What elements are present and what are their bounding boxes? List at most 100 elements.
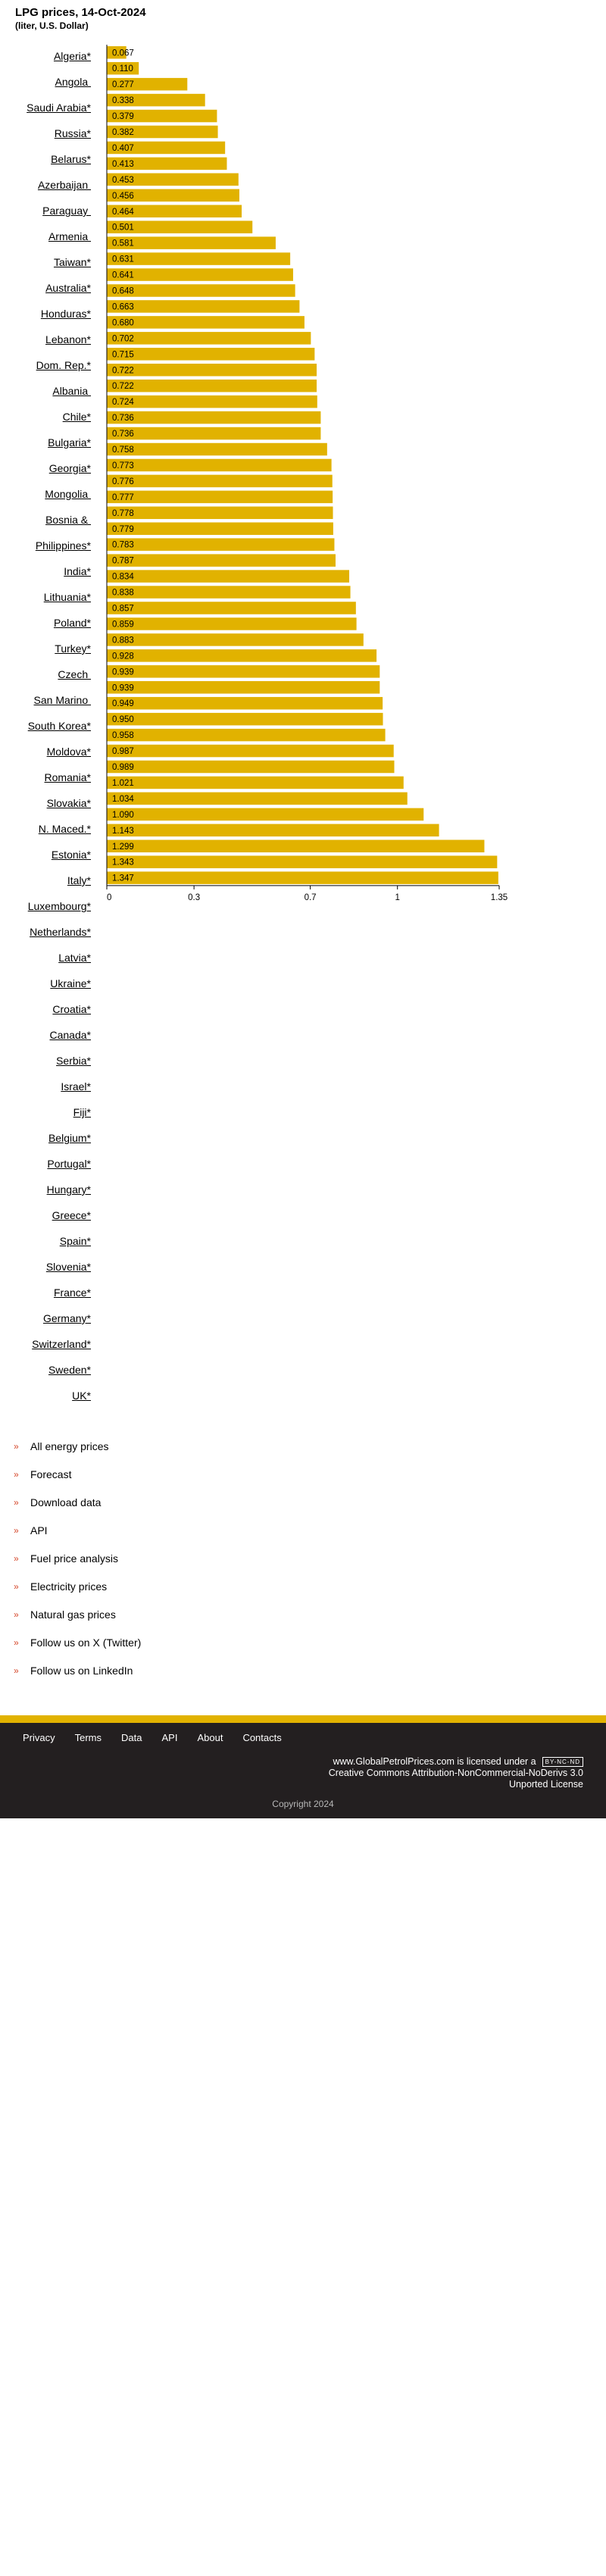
bar (107, 490, 333, 504)
chevron-right-icon: » (14, 1468, 19, 1480)
bar-value-label: 0.722 (112, 366, 134, 375)
license-line-1[interactable]: www.GlobalPetrolPrices.com is licensed u… (333, 1756, 536, 1767)
bar (107, 665, 380, 678)
related-link[interactable]: » Fuel price analysis (14, 1544, 141, 1572)
bar-value-label: 0.663 (112, 302, 134, 311)
bar-value-label: 0.928 (112, 652, 134, 661)
cc-license-badge[interactable]: BY-NC-ND (542, 1757, 583, 1768)
bar (107, 506, 333, 520)
bar-value-label: 0.787 (112, 557, 134, 566)
bar-value-label: 0.501 (112, 224, 134, 233)
chevron-right-icon: » (14, 1637, 19, 1648)
bar-value-label: 0.407 (112, 144, 134, 153)
related-link[interactable]: » API (14, 1516, 141, 1544)
bar (107, 728, 386, 742)
bar-value-label: 0.736 (112, 414, 134, 423)
bar (107, 379, 317, 392)
bar-value-label: 0.453 (112, 176, 134, 185)
bar-value-label: 0.680 (112, 318, 134, 327)
bar (107, 586, 351, 599)
bar (107, 252, 291, 265)
bar (107, 332, 311, 345)
bar (107, 348, 315, 361)
related-link[interactable]: » Electricity prices (14, 1572, 141, 1600)
x-tick-label: 1 (395, 893, 400, 902)
license-line-2[interactable]: Creative Commons Attribution-NonCommerci… (329, 1768, 583, 1778)
bar (107, 696, 383, 710)
related-link[interactable]: » Follow us on LinkedIn (14, 1656, 141, 1684)
bar-value-label: 0.777 (112, 493, 134, 502)
bar-value-label: 0.277 (112, 80, 134, 89)
footer-nav-link[interactable]: API (161, 1732, 177, 1743)
bar-value-label: 1.143 (112, 827, 134, 836)
bar-value-label: 1.299 (112, 843, 134, 852)
lpg-price-bar-chart: 0.067 0.110 0.277 0.338 0.379 0.382 0.407 0.413… (106, 45, 508, 902)
bar-value-label: 0.779 (112, 525, 134, 534)
related-link[interactable]: » Natural gas prices (14, 1600, 141, 1628)
bar-value-label: 0.838 (112, 589, 134, 598)
footer: Privacy Terms Data API About Contacts www.Glo… (0, 1723, 606, 1818)
country-link[interactable]: Germany* (43, 1312, 91, 1324)
country-link[interactable]: Hungary* (47, 1183, 91, 1196)
bar-value-label: 0.939 (112, 667, 134, 677)
x-tick-label: 0.7 (305, 893, 317, 902)
related-link-label: All energy prices (30, 1440, 109, 1452)
footer-nav-link[interactable]: Data (121, 1732, 142, 1743)
bar (107, 633, 364, 646)
country-link[interactable]: Spain* (60, 1235, 91, 1247)
bar (107, 744, 394, 758)
related-link[interactable]: » Download data (14, 1488, 141, 1516)
bar (107, 855, 498, 868)
x-tick-label: 0.3 (188, 893, 200, 902)
license-line-3[interactable]: Unported License (509, 1779, 583, 1790)
country-link[interactable]: Sweden* (48, 1364, 91, 1376)
country-link[interactable]: Latvia* (58, 952, 91, 964)
related-link[interactable]: » Follow us on X (Twitter) (14, 1628, 141, 1656)
bar-value-label: 0.773 (112, 461, 134, 470)
footer-accent-strip (0, 1715, 606, 1723)
country-link[interactable]: Belgium* (48, 1132, 91, 1144)
bar (107, 268, 293, 281)
chevron-right-icon: » (14, 1496, 19, 1508)
country-link[interactable]: Fiji* (73, 1106, 91, 1118)
country-link[interactable]: Netherlands* (30, 926, 91, 938)
country-link[interactable]: Portugal* (47, 1158, 91, 1170)
bar (107, 712, 383, 726)
country-link[interactable]: Slovenia* (46, 1261, 91, 1273)
bar (107, 681, 380, 694)
related-link[interactable]: » Forecast (14, 1460, 141, 1488)
country-link[interactable]: Canada* (50, 1029, 92, 1041)
country-link[interactable]: Israel* (61, 1080, 91, 1093)
bar-value-label: 1.034 (112, 795, 134, 804)
chevron-right-icon: » (14, 1665, 19, 1676)
bar-value-label: 0.834 (112, 573, 134, 582)
bar-value-label: 0.715 (112, 350, 134, 359)
country-link[interactable]: UK* (72, 1390, 91, 1402)
bar-value-label: 0.641 (112, 271, 134, 280)
related-link[interactable]: » All energy prices (14, 1432, 141, 1460)
footer-nav: Privacy Terms Data API About Contacts (23, 1732, 282, 1743)
country-link[interactable]: Serbia* (56, 1055, 91, 1067)
bar-value-label: 0.648 (112, 287, 134, 296)
footer-nav-link[interactable]: About (197, 1732, 223, 1743)
footer-nav-link[interactable]: Terms (75, 1732, 102, 1743)
country-link[interactable]: Croatia* (52, 1003, 91, 1015)
bar (107, 839, 485, 852)
related-links: » All energy prices » Forecast » Download dat… (14, 1432, 141, 1684)
bar-value-label: 0.758 (112, 445, 134, 455)
bar-value-label: 0.859 (112, 620, 134, 629)
bar (107, 792, 408, 805)
bar-value-label: 0.883 (112, 636, 134, 645)
country-link[interactable]: France* (54, 1286, 91, 1299)
bar-value-label: 1.347 (112, 874, 134, 883)
footer-nav-link[interactable]: Contacts (242, 1732, 281, 1743)
bar-value-label: 0.067 (112, 48, 134, 58)
bar (107, 602, 356, 614)
bar-value-label: 0.110 (112, 64, 133, 73)
footer-nav-link[interactable]: Privacy (23, 1732, 55, 1743)
country-link[interactable]: Greece* (52, 1209, 91, 1221)
bar-value-label: 0.338 (112, 96, 134, 105)
country-link[interactable]: Switzerland* (32, 1338, 91, 1350)
bar (107, 284, 295, 297)
country-link[interactable]: Ukraine* (50, 977, 91, 989)
